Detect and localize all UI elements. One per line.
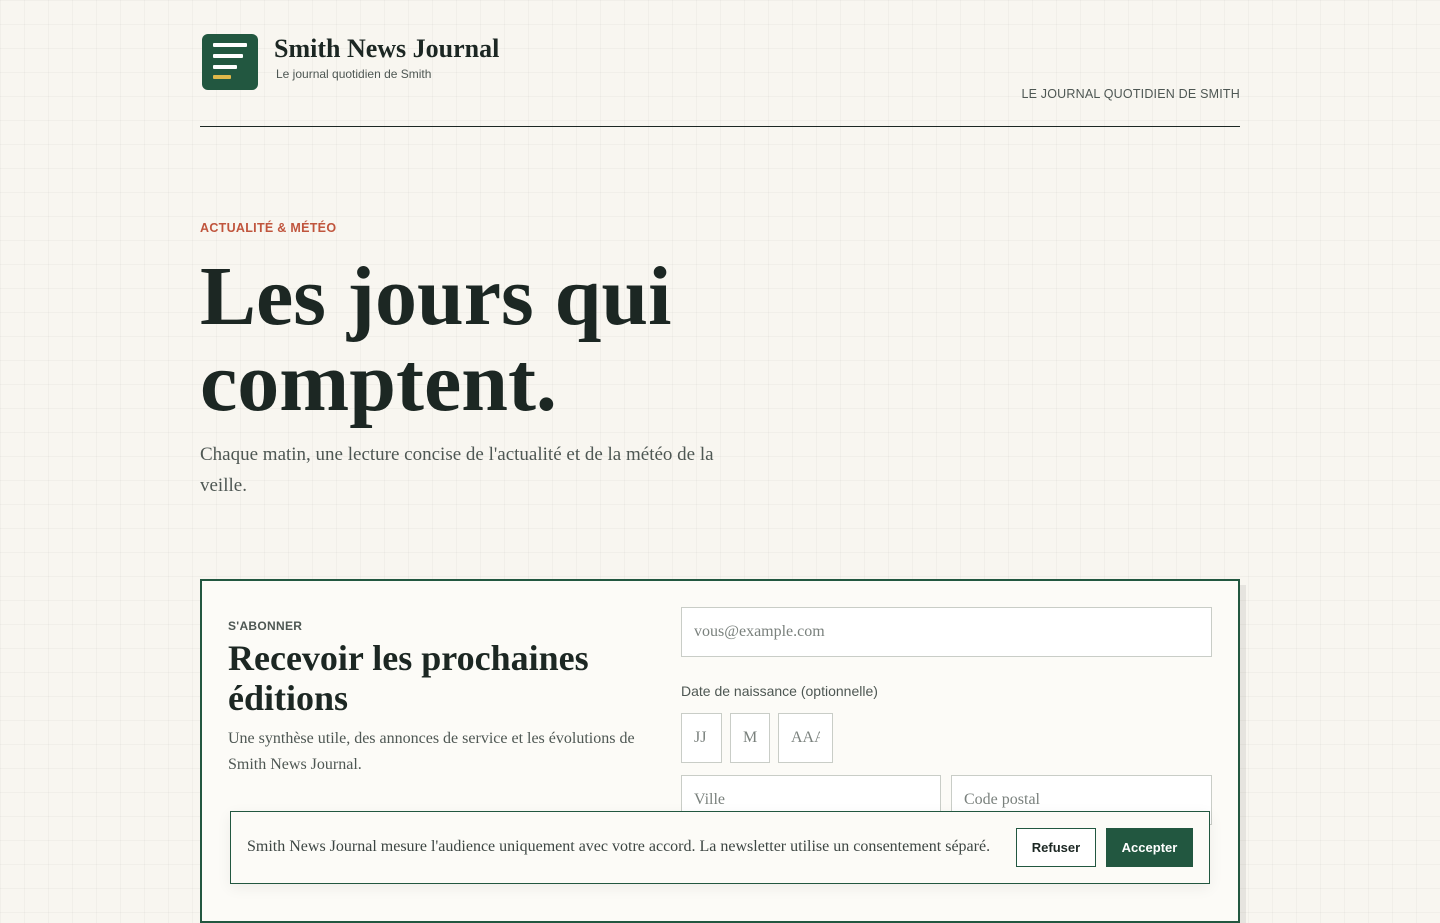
subscribe-eyebrow: S'ABONNER — [228, 619, 303, 633]
header-tagline-right: LE JOURNAL QUOTIDIEN DE SMITH — [1021, 87, 1240, 101]
hero-subtitle: Chaque matin, une lecture concise de l'a… — [200, 444, 714, 496]
logo-line — [213, 65, 237, 69]
email-input[interactable] — [681, 607, 1212, 657]
consent-message: Smith News Journal mesure l'audience uni… — [247, 838, 991, 855]
section-eyebrow: ACTUALITÉ & MÉTÉO — [200, 221, 337, 235]
logo-line-accent — [213, 75, 231, 79]
site-header: Smith News Journal Le journal quotidien … — [200, 0, 1240, 127]
hero-title: Les jours qui comptent. — [200, 250, 672, 429]
birth-month-input[interactable] — [730, 713, 770, 763]
refuse-button[interactable]: Refuser — [1016, 828, 1096, 867]
accept-button[interactable]: Accepter — [1106, 828, 1193, 867]
brand-tagline: Le journal quotidien de Smith — [276, 67, 432, 81]
birthdate-label: Date de naissance (optionnelle) — [681, 683, 878, 699]
subscribe-title: Recevoir les prochaines éditions — [228, 638, 589, 718]
logo-line — [213, 54, 243, 58]
newspaper-logo-icon[interactable] — [202, 34, 258, 90]
birth-day-input[interactable] — [681, 713, 722, 763]
cookie-consent-banner: Smith News Journal mesure l'audience uni… — [230, 811, 1210, 884]
birth-year-input[interactable] — [778, 713, 833, 763]
brand-name[interactable]: Smith News Journal — [274, 34, 499, 64]
logo-line — [213, 43, 247, 47]
subscribe-description: Une synthèse utile, des annonces de serv… — [228, 730, 635, 773]
